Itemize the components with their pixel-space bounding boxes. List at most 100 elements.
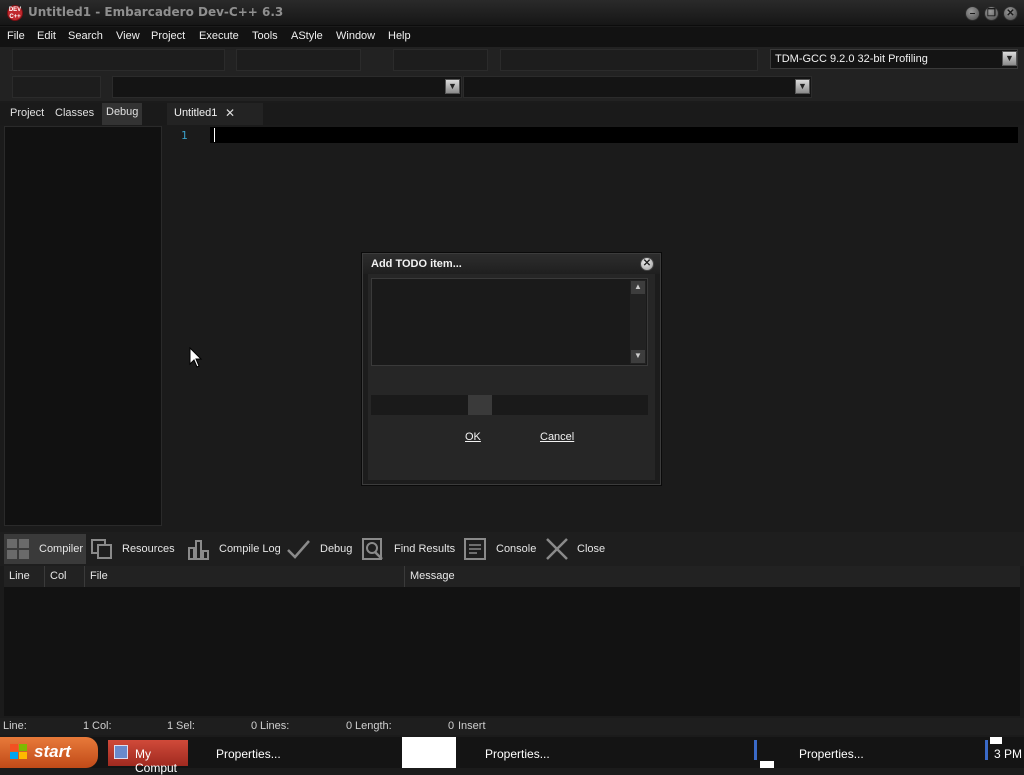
tab-compile-log[interactable]: Compile Log	[186, 534, 282, 564]
tab-project[interactable]: Project	[10, 107, 44, 119]
taskbar-item-my-computer-label: My Comput	[135, 747, 178, 775]
status-length-label: Length:	[355, 720, 392, 732]
menu-file[interactable]: File	[7, 30, 25, 42]
grid-icon	[6, 538, 30, 560]
window-title: Untitled1 - Embarcadero Dev-C++ 6.3	[28, 5, 284, 19]
column-header-message[interactable]: Message	[405, 566, 1020, 587]
user-input[interactable]	[495, 395, 648, 415]
system-clock[interactable]: 3 PM	[988, 740, 1024, 766]
priority-input[interactable]	[371, 395, 467, 415]
close-icon[interactable]: ✕	[225, 106, 235, 120]
console-icon	[463, 538, 487, 560]
taskbar-item-properties-1[interactable]: Properties...	[216, 740, 336, 766]
close-panel-label: Close	[577, 543, 606, 555]
tab-debug-output-label: Debug	[320, 543, 353, 555]
toolbar-group-file[interactable]	[12, 49, 225, 71]
column-header-file[interactable]: File	[85, 566, 405, 587]
left-panel[interactable]	[4, 126, 162, 526]
tab-console[interactable]: Console	[463, 534, 541, 564]
chevron-up-icon[interactable]: ▲	[631, 281, 645, 294]
dialog-title-bar[interactable]: Add TODO item... ✕	[363, 254, 660, 274]
taskbar-item-properties-1-label: Properties...	[216, 747, 281, 761]
menu-window[interactable]: Window	[336, 30, 375, 42]
line-number: 1	[181, 129, 188, 142]
status-bar: Line: 1 Col: 1 Sel: 0 Lines: 0 Length: 0…	[0, 718, 1024, 735]
status-line-value: 1	[83, 720, 90, 732]
taskbar-item-properties-2[interactable]: Properties...	[485, 740, 605, 766]
menu-help[interactable]: Help	[388, 30, 411, 42]
checkmark-icon	[286, 538, 310, 560]
chevron-down-icon[interactable]: ▼	[1002, 51, 1017, 66]
taskbar-separator	[754, 740, 757, 760]
chevron-down-icon[interactable]: ▼	[795, 79, 810, 94]
toolbar-group-search[interactable]	[393, 49, 488, 71]
menu-view[interactable]: View	[116, 30, 140, 42]
todo-scrollbar[interactable]: ▲ ▼	[630, 280, 646, 364]
member-select[interactable]: ▼	[463, 76, 812, 98]
taskbar-item-blank[interactable]	[402, 737, 456, 768]
close-panel-button[interactable]: Close	[545, 534, 611, 564]
status-sel-label: Sel:	[176, 720, 195, 732]
close-window-button[interactable]: ✕	[1003, 6, 1018, 21]
ok-button[interactable]: OK	[465, 431, 481, 443]
toolbar-group-misc[interactable]	[12, 76, 101, 98]
table-header: Line Col File Message	[4, 566, 1020, 587]
bar-chart-icon	[186, 538, 210, 560]
close-icon	[545, 538, 569, 560]
priority-stepper[interactable]	[468, 395, 492, 415]
status-col-value: 1	[167, 720, 174, 732]
dev-cpp-icon[interactable]: DEV C++	[7, 5, 23, 21]
taskbar-item-properties-3[interactable]: Properties...	[799, 740, 919, 766]
cancel-button[interactable]: Cancel	[540, 431, 574, 443]
tab-untitled1[interactable]: Untitled1 ✕	[167, 103, 263, 125]
compiler-select-value: TDM-GCC 9.2.0 32-bit Profiling	[775, 53, 928, 65]
start-button[interactable]: start	[0, 737, 98, 768]
toolbar-group-compile[interactable]	[500, 49, 758, 71]
add-todo-dialog: Add TODO item... ✕ ▲ ▼ OK Cancel	[362, 253, 661, 485]
windows-logo-icon	[10, 744, 28, 761]
restore-button[interactable]: ❐	[984, 6, 999, 21]
column-header-line[interactable]: Line	[4, 566, 45, 587]
title-bar: DEV C++ Untitled1 - Embarcadero Dev-C++ 6…	[0, 0, 1024, 26]
menu-astyle[interactable]: AStyle	[291, 30, 323, 42]
status-col-label: Col:	[92, 720, 112, 732]
toolbar-group-edit[interactable]	[236, 49, 361, 71]
taskbar-item-my-computer[interactable]: My Comput	[108, 740, 188, 775]
tab-debug-output[interactable]: Debug	[286, 534, 356, 564]
chevron-down-icon[interactable]: ▼	[445, 79, 460, 94]
tab-find-results-label: Find Results	[394, 543, 456, 555]
current-line-highlight	[210, 127, 1018, 143]
chevron-down-icon[interactable]: ▼	[631, 350, 645, 363]
tab-resources[interactable]: Resources	[90, 534, 182, 564]
start-label: start	[34, 742, 71, 761]
clock-label: 3 PM	[993, 747, 1022, 761]
compiler-select[interactable]: TDM-GCC 9.2.0 32-bit Profiling ▼	[770, 49, 1018, 69]
taskbar-item-properties-3-label: Properties...	[799, 747, 864, 761]
close-icon[interactable]: ✕	[640, 257, 654, 271]
tab-find-results[interactable]: Find Results	[361, 534, 459, 564]
tab-compiler[interactable]: Compiler	[4, 534, 86, 564]
menu-search[interactable]: Search	[68, 30, 103, 42]
tab-console-label: Console	[496, 543, 537, 555]
menu-tools[interactable]: Tools	[252, 30, 278, 42]
tab-classes[interactable]: Classes	[55, 107, 94, 119]
todo-description-input[interactable]: ▲ ▼	[371, 278, 648, 366]
status-lines-label: Lines:	[260, 720, 290, 732]
editor-tab-bar: Untitled1 ✕	[165, 103, 1024, 125]
tab-untitled1-label: Untitled1	[174, 107, 218, 119]
dialog-title: Add TODO item...	[371, 258, 462, 270]
class-select[interactable]: ▼	[112, 76, 462, 98]
menu-project[interactable]: Project	[151, 30, 185, 42]
bottom-panel-tabs: Compiler Resources Compile Log Debug Fin…	[0, 532, 1024, 566]
menu-edit[interactable]: Edit	[37, 30, 56, 42]
menu-bar: File Edit Search View Project Execute To…	[0, 27, 1024, 47]
column-header-col[interactable]: Col	[45, 566, 85, 587]
tab-compiler-label: Compiler	[39, 543, 84, 555]
menu-execute[interactable]: Execute	[199, 30, 239, 42]
minimize-button[interactable]: –	[965, 6, 980, 21]
class-browser-toolbar: ▼ ▼	[0, 73, 1024, 101]
tab-debug[interactable]: Debug	[102, 103, 143, 125]
text-caret	[214, 128, 215, 142]
tab-compile-log-label: Compile Log	[219, 543, 281, 555]
compiler-messages-table[interactable]: Line Col File Message	[4, 566, 1020, 716]
